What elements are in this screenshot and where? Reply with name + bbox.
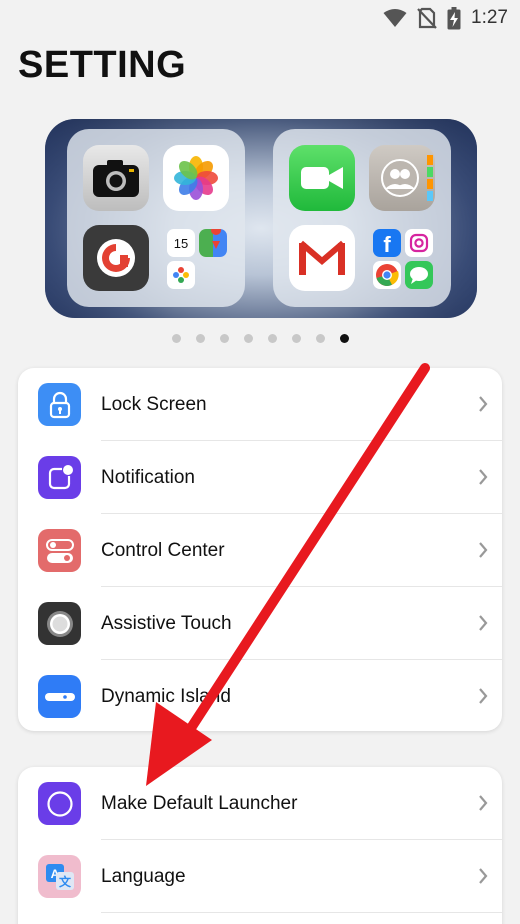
setting-row-language[interactable]: A 文 Language xyxy=(18,840,502,913)
circle-icon xyxy=(38,782,81,825)
camera-app-icon xyxy=(83,145,149,211)
setting-row-lock-screen[interactable]: Lock Screen xyxy=(18,368,502,441)
setting-label: Control Center xyxy=(101,539,225,561)
settings-group-secondary: Make Default Launcher A 文 Language xyxy=(18,767,502,924)
clock: 1:27 xyxy=(471,7,508,28)
setting-label: Language xyxy=(101,865,186,887)
chevron-right-icon xyxy=(479,396,488,412)
carousel-dot[interactable] xyxy=(316,334,325,343)
lock-icon xyxy=(38,383,81,426)
maps-mini-icon xyxy=(199,229,227,257)
chevron-right-icon xyxy=(479,542,488,558)
dynamic-island-icon xyxy=(38,675,81,718)
chevron-right-icon xyxy=(479,795,488,811)
svg-text:f: f xyxy=(383,232,391,257)
setting-label: Notification xyxy=(101,466,195,488)
battery-charging-icon xyxy=(447,6,461,29)
gmail-app-icon xyxy=(289,225,355,291)
contacts-app-icon xyxy=(369,145,435,211)
divider xyxy=(101,912,502,913)
setting-row-make-default-launcher[interactable]: Make Default Launcher xyxy=(18,767,502,840)
setting-row-control-center[interactable]: Control Center xyxy=(18,514,502,587)
app-folder-preview: 15 xyxy=(67,129,245,307)
chevron-right-icon xyxy=(479,615,488,631)
chevron-right-icon xyxy=(479,868,488,884)
no-sim-icon xyxy=(417,7,437,29)
photos-app-icon xyxy=(163,145,229,211)
chrome-mini-icon xyxy=(373,261,401,289)
chevron-right-icon xyxy=(479,688,488,704)
launcher-app-icon xyxy=(83,225,149,291)
settings-group-main: Lock Screen Notification Control Center xyxy=(18,368,502,731)
facebook-mini-icon: f xyxy=(373,229,401,257)
status-bar: 1:27 xyxy=(0,0,520,36)
app-folder-preview: f xyxy=(273,129,451,307)
setting-label: Dynamic Island xyxy=(101,685,231,707)
notification-icon xyxy=(38,456,81,499)
page-title: SETTING xyxy=(18,44,187,86)
setting-label: Lock Screen xyxy=(101,393,207,415)
carousel-dot[interactable] xyxy=(292,334,301,343)
setting-row-assistive-touch[interactable]: Assistive Touch xyxy=(18,587,502,660)
svg-text:文: 文 xyxy=(58,874,71,889)
toggle-icon xyxy=(38,529,81,572)
setting-row-dynamic-island[interactable]: Dynamic Island xyxy=(18,660,502,731)
translate-icon: A 文 xyxy=(38,855,81,898)
carousel-dot[interactable] xyxy=(196,334,205,343)
carousel-dot[interactable] xyxy=(268,334,277,343)
assistive-touch-icon xyxy=(38,602,81,645)
carousel-dot[interactable] xyxy=(340,334,349,343)
calendar-mini-icon: 15 xyxy=(167,229,195,257)
shortcut-mini-icon xyxy=(167,261,195,289)
chevron-right-icon xyxy=(479,469,488,485)
setting-row-notification[interactable]: Notification xyxy=(18,441,502,514)
carousel-page-indicator[interactable] xyxy=(172,334,349,343)
setting-label: Make Default Launcher xyxy=(101,792,298,814)
carousel-dot[interactable] xyxy=(172,334,181,343)
carousel-dot[interactable] xyxy=(220,334,229,343)
messages-mini-icon xyxy=(405,261,433,289)
setting-label: Assistive Touch xyxy=(101,612,232,634)
wifi-icon xyxy=(383,9,407,27)
carousel-dot[interactable] xyxy=(244,334,253,343)
instagram-mini-icon xyxy=(405,229,433,257)
svg-text:15: 15 xyxy=(174,236,188,251)
theme-preview-banner[interactable]: 15 f xyxy=(45,119,477,318)
facetime-app-icon xyxy=(289,145,355,211)
